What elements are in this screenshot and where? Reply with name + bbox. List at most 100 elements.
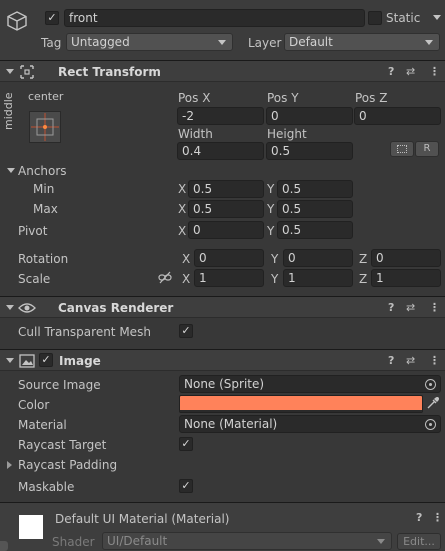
scale-z-field[interactable]: 1 — [371, 269, 441, 287]
object-picker-icon[interactable] — [425, 419, 436, 430]
presets-icon[interactable]: ⇄ — [406, 301, 415, 315]
rot-y-field[interactable]: 0 — [283, 249, 353, 267]
name-field[interactable]: front — [64, 9, 365, 27]
image-header[interactable]: ✓ Image ? ⇄ ⋮ — [0, 349, 445, 371]
pos-z-label: Pos Z — [355, 91, 388, 105]
anchor-preset-icon — [31, 113, 59, 141]
anchor-preset-button[interactable] — [29, 111, 61, 143]
image-component-icon — [19, 354, 35, 368]
width-label: Width — [178, 127, 213, 141]
min-label: Min — [33, 182, 55, 196]
object-picker-icon[interactable] — [425, 379, 436, 390]
tag-value: Untagged — [71, 35, 130, 49]
scale-y-field[interactable]: 1 — [283, 269, 353, 287]
pivot-x-field[interactable]: 0 — [188, 221, 264, 239]
help-icon[interactable]: ? — [388, 65, 394, 79]
min-y-field[interactable]: 0.5 — [277, 180, 353, 198]
blueprint-mode-button[interactable] — [390, 141, 414, 157]
canvas-renderer-header[interactable]: Canvas Renderer ? ⇄ ⋮ — [0, 296, 445, 318]
source-image-field[interactable]: None (Sprite) — [179, 375, 441, 393]
eyedropper-icon[interactable] — [426, 397, 439, 410]
source-image-value: None (Sprite) — [184, 377, 265, 391]
scale-label: Scale — [18, 272, 51, 286]
height-label: Height — [267, 127, 307, 141]
presets-icon[interactable]: ⇄ — [406, 354, 415, 368]
rot-x-axis: X — [182, 252, 191, 266]
pos-y-field[interactable]: 0 — [266, 107, 353, 125]
width-field[interactable]: 0.4 — [177, 142, 264, 160]
chevron-down-icon — [218, 40, 226, 45]
color-label: Color — [18, 398, 50, 412]
chevron-down-icon — [377, 539, 385, 544]
eye-icon — [18, 303, 36, 313]
pos-x-field[interactable]: -2 — [177, 107, 264, 125]
rot-z-field[interactable]: 0 — [371, 249, 441, 267]
raycast-padding-label: Raycast Padding — [18, 458, 118, 472]
anchor-preset-h-label: center — [28, 90, 64, 103]
context-menu-icon[interactable]: ⋮ — [429, 65, 440, 79]
static-checkbox[interactable] — [368, 11, 382, 25]
foldout-arrow-icon[interactable] — [6, 305, 14, 310]
shader-value: UI/Default — [107, 534, 168, 548]
presets-icon[interactable]: ⇄ — [406, 65, 415, 79]
layer-dropdown[interactable]: Default — [284, 33, 440, 51]
anchors-foldout-icon[interactable] — [7, 168, 15, 173]
shader-label: Shader — [52, 535, 95, 549]
rect-transform-header[interactable]: Rect Transform ? ⇄ ⋮ — [0, 60, 445, 82]
cull-transparent-mesh-checkbox[interactable]: ✓ — [179, 324, 193, 338]
raw-edit-button[interactable]: R — [415, 141, 439, 157]
image-title: Image — [59, 354, 101, 368]
tag-label: Tag — [41, 36, 62, 50]
help-icon[interactable]: ? — [388, 301, 394, 315]
raycast-padding-foldout-icon[interactable] — [7, 461, 12, 469]
maskable-checkbox[interactable]: ✓ — [179, 479, 193, 493]
tag-dropdown[interactable]: Untagged — [66, 33, 233, 51]
max-label: Max — [33, 202, 58, 216]
min-x-field[interactable]: 0.5 — [188, 180, 264, 198]
pivot-y-axis: Y — [267, 224, 275, 238]
pivot-x-axis: X — [178, 224, 187, 238]
rot-x-field[interactable]: 0 — [194, 249, 264, 267]
cull-transparent-mesh-label: Cull Transparent Mesh — [18, 325, 151, 339]
max-y-field[interactable]: 0.5 — [277, 200, 353, 218]
scale-x-field[interactable]: 1 — [194, 269, 264, 287]
help-icon[interactable]: ? — [416, 511, 422, 525]
scrollbar-left-cap — [0, 541, 8, 551]
pivot-y-field[interactable]: 0.5 — [277, 221, 353, 239]
rot-z-axis: Z — [359, 252, 368, 266]
max-x-field[interactable]: 0.5 — [188, 200, 264, 218]
foldout-arrow-icon[interactable] — [6, 358, 14, 363]
layer-label: Layer — [248, 36, 282, 50]
scale-y-axis: Y — [271, 272, 279, 286]
pivot-label: Pivot — [18, 224, 48, 238]
pos-x-label: Pos X — [178, 91, 211, 105]
canvas-renderer-title: Canvas Renderer — [58, 301, 174, 315]
material-field[interactable]: None (Material) — [179, 415, 441, 433]
scale-z-axis: Z — [359, 272, 368, 286]
image-enabled-checkbox[interactable]: ✓ — [39, 353, 53, 367]
shader-edit-button[interactable]: Edit... — [397, 533, 441, 550]
link-icon[interactable] — [158, 271, 172, 285]
shader-dropdown[interactable]: UI/Default — [102, 532, 392, 550]
height-field[interactable]: 0.5 — [266, 142, 353, 160]
gameobject-header: ✓ front Static Tag Untagged Layer Defaul… — [0, 0, 445, 60]
pos-z-field[interactable]: 0 — [354, 107, 441, 125]
scale-x-axis: X — [182, 272, 191, 286]
blueprint-icon — [397, 145, 407, 153]
source-image-label: Source Image — [18, 378, 101, 392]
material-value: None (Material) — [184, 417, 278, 431]
rect-transform-icon — [20, 65, 34, 79]
static-label: Static — [386, 11, 421, 25]
pos-y-label: Pos Y — [267, 91, 299, 105]
context-menu-icon[interactable]: ⋮ — [429, 354, 440, 368]
help-icon[interactable]: ? — [388, 354, 394, 368]
anchors-label: Anchors — [18, 164, 67, 178]
context-menu-icon[interactable]: ⋮ — [432, 511, 443, 525]
foldout-arrow-icon[interactable] — [6, 69, 14, 74]
static-dropdown-arrow[interactable] — [433, 15, 441, 20]
active-checkbox[interactable]: ✓ — [45, 11, 59, 25]
rot-y-axis: Y — [271, 252, 279, 266]
context-menu-icon[interactable]: ⋮ — [429, 301, 440, 315]
raycast-target-checkbox[interactable]: ✓ — [179, 437, 193, 451]
layer-value: Default — [289, 35, 333, 49]
